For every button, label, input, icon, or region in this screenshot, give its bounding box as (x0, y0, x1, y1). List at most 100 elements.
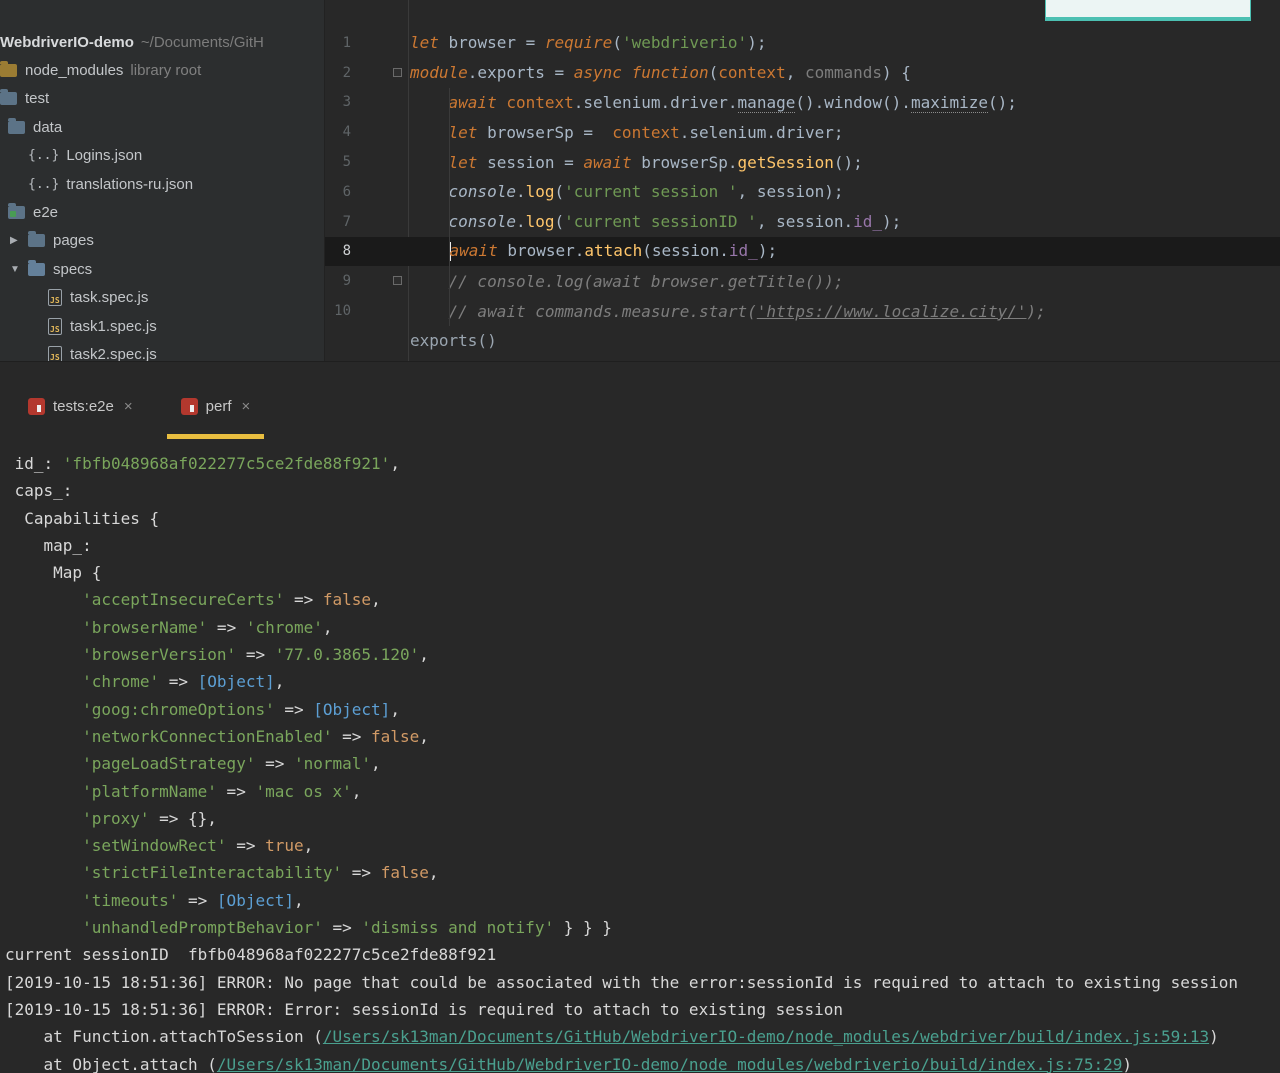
console-text: '77.0.3865.120' (274, 645, 420, 665)
console-text: [2019-10-15 18:51:36] ERROR: Error: sess… (5, 999, 844, 1019)
project-tree: node_modules library root test data {..} Logi… (0, 56, 324, 361)
project-root-path: ~/Documents/GitH (140, 33, 264, 51)
tree-item-label: node_modules (25, 62, 124, 80)
js-badge: JS (50, 352, 60, 361)
console-text: => (274, 699, 314, 719)
code-token: module (410, 63, 468, 83)
folder-icon (28, 231, 45, 248)
tree-item-e2e[interactable]: e2e (0, 198, 324, 226)
js-badge: JS (50, 296, 60, 306)
code-text[interactable]: console.log('current sessionID ', sessio… (408, 212, 902, 232)
console-text: [Object] (216, 890, 294, 910)
project-tree-panel: WebdriverIO-demo ~/Documents/GitH node_m… (0, 0, 325, 361)
code-token: log (525, 182, 555, 202)
console-text: 'goog:chromeOptions' (82, 699, 275, 719)
code-line-4: 4 let browserSp = context.selenium.drive… (325, 117, 1280, 147)
code-text[interactable]: await browser.attach(session.id_); (408, 241, 777, 262)
console-text: 'networkConnectionEnabled' (82, 726, 333, 746)
code-text[interactable]: let session = await browserSp.getSession… (408, 153, 863, 172)
code-token: .selenium.driver. (573, 92, 738, 112)
tree-item-data[interactable]: data (0, 113, 324, 141)
console-line: [2019-10-15 18:51:36] ERROR: No page tha… (5, 973, 1280, 1000)
line-number: 9 (342, 273, 351, 290)
code-text[interactable]: await context.selenium.driver.manage().w… (408, 92, 1017, 113)
tree-item-task2-spec-js[interactable]: JS task2.spec.js (0, 340, 324, 361)
code-token: context (718, 63, 786, 83)
tree-item-label: test (25, 90, 50, 108)
tree-item-label: task2.spec.js (70, 345, 157, 361)
console-text: 'dismiss and notify' (361, 918, 555, 938)
fold-marker-icon[interactable] (393, 67, 402, 77)
code-token: (session. (642, 241, 729, 261)
indent-guide (449, 88, 450, 326)
tree-item-pages[interactable]: ▶ pages (0, 227, 324, 255)
code-line-2: 2 module.exports = async function(context… (325, 58, 1280, 88)
gutter-fold-area (355, 147, 408, 177)
code-line-6: 6 console.log('current session ', sessio… (325, 177, 1280, 207)
code-text[interactable]: let browser = require('webdriverio'); (408, 33, 766, 52)
code-token: id_ (853, 212, 883, 232)
code-text[interactable]: exports() (408, 331, 497, 350)
line-number: 6 (342, 183, 351, 200)
console-text: 'browserVersion' (82, 645, 237, 665)
code-token: .selenium.driver; (679, 122, 844, 142)
tree-item-node-modules[interactable]: node_modules library root (0, 56, 324, 84)
console-text: caps_: (5, 481, 73, 501)
console-line: [2019-10-15 18:51:36] ERROR: Error: sess… (5, 1000, 1280, 1027)
code-line-3: 3 await context.selenium.driver.manage()… (325, 88, 1280, 118)
console-text: ) (1122, 1054, 1133, 1073)
tree-item-test[interactable]: test (0, 85, 324, 113)
code-token: 'https://www.localize.city/' (756, 301, 1027, 321)
stack-trace-link[interactable]: /Users/sk13man/Documents/GitHub/Webdrive… (217, 1055, 1122, 1073)
code-text[interactable]: console.log('current session ', session)… (408, 182, 844, 201)
console-text: 'pageLoadStrategy' (82, 754, 256, 774)
project-root-row[interactable]: WebdriverIO-demo ~/Documents/GitH (0, 28, 324, 56)
chevron-right-icon[interactable]: ▶ (10, 235, 28, 246)
tab-close-icon[interactable]: × (124, 398, 133, 415)
code-token: require (544, 33, 613, 53)
console-text: 'chrome' (82, 672, 160, 692)
code-text[interactable]: // await commands.measure.start('https:/… (408, 302, 1046, 321)
code-token: maximize (910, 92, 988, 113)
console-text: 'fbfb048968af022277c5ce2fde88f921' (62, 454, 391, 473)
tree-item-logins-json[interactable]: {..} Logins.json (0, 142, 324, 170)
tree-item-task1-spec-js[interactable]: JS task1.spec.js (0, 312, 324, 340)
code-text[interactable]: let browserSp = context.selenium.driver; (408, 123, 844, 142)
console-tab-perf[interactable]: perf × (166, 367, 265, 445)
tree-item-task-spec-js[interactable]: JS task.spec.js (0, 284, 324, 312)
code-text[interactable]: // console.log(await browser.getTitle())… (408, 272, 844, 291)
console-text: , (351, 781, 362, 801)
tab-close-icon[interactable]: × (242, 398, 251, 415)
code-text[interactable]: module.exports = async function(context,… (408, 63, 911, 82)
chevron-down-icon[interactable]: ▼ (10, 264, 28, 275)
tree-item-label: specs (53, 260, 93, 278)
console-tab-tests-e2e[interactable]: tests:e2e × (14, 367, 147, 445)
tree-item-translations-ru-json[interactable]: {..} translations-ru.json (0, 170, 324, 198)
code-token: , (785, 63, 805, 83)
console-line: 'timeouts' => [Object], (5, 891, 1280, 918)
code-editor[interactable]: 1 let browser = require('webdriverio'); 2 m… (325, 0, 1280, 361)
tree-item-label: translations-ru.json (66, 175, 194, 193)
console-text: 'setWindowRect' (82, 836, 227, 856)
code-token: ) { (882, 63, 911, 83)
gutter-fold-area (355, 88, 408, 118)
line-number: 5 (342, 154, 351, 171)
console-line: 'setWindowRect' => true, (5, 836, 1280, 863)
code-token: session = (477, 152, 584, 172)
code-lines: 1 let browser = require('webdriverio'); 2 m… (325, 28, 1280, 356)
tree-item-specs[interactable]: ▼ specs (0, 255, 324, 283)
code-token: // await commands.measure.start( (448, 301, 757, 321)
code-token: 'webdriverio' (621, 33, 748, 53)
fold-marker-icon[interactable] (393, 276, 402, 286)
stack-trace-link[interactable]: /Users/sk13man/Documents/GitHub/Webdrive… (323, 1027, 1209, 1046)
code-line-1: 1 let browser = require('webdriverio'); (325, 28, 1280, 58)
console-text: , (390, 699, 400, 719)
tab-label: perf (205, 397, 232, 415)
console-text: false (380, 863, 429, 883)
code-token: ); (1026, 301, 1046, 321)
